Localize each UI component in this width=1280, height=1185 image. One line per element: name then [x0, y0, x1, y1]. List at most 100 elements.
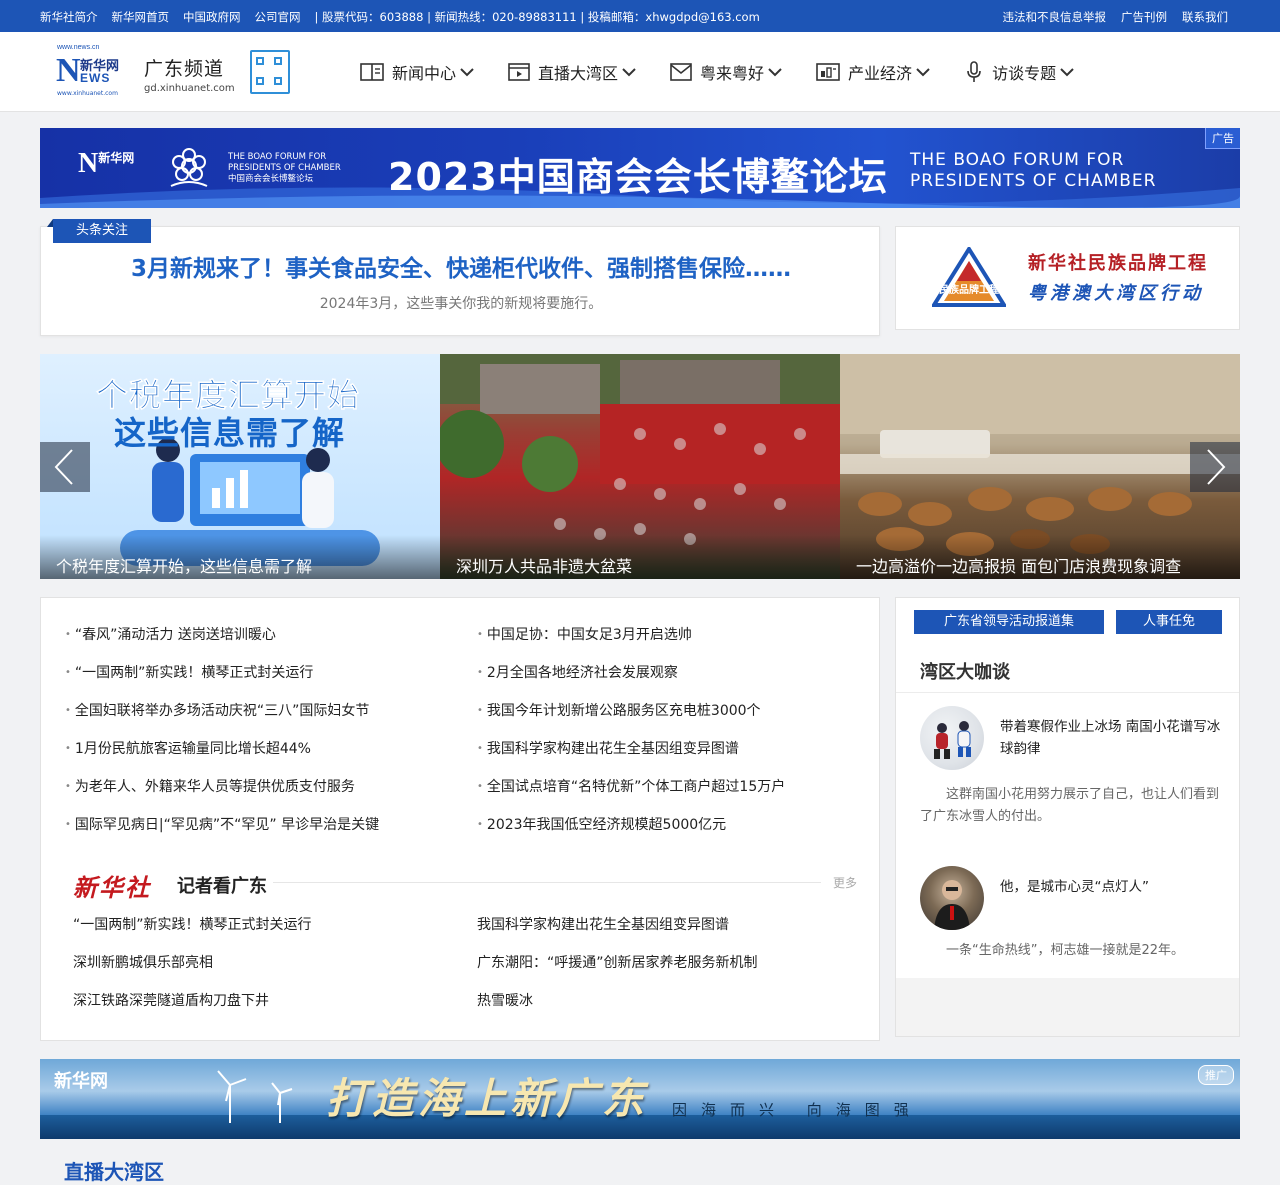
- chevron-down-icon: [622, 68, 636, 77]
- divider: [896, 692, 1239, 693]
- link-report[interactable]: 违法和不良信息举报: [1003, 9, 1107, 25]
- brand-line-2: 粤港澳大湾区行动: [1028, 283, 1204, 304]
- side-panel: 广东省领导活动报道集 人事任免 湾区大咖谈 带着寒假作业上冰场 南国小花谱写冰球…: [895, 597, 1240, 1037]
- chevron-down-icon: [460, 68, 474, 77]
- link-company[interactable]: 公司官网: [255, 9, 301, 25]
- brand-triangle-logo: 民族品牌工程: [932, 247, 1006, 307]
- slide-caption: 个税年度汇算开始，这些信息需了解: [40, 535, 440, 579]
- carousel-next-button[interactable]: [1190, 442, 1240, 492]
- link-ad-rates[interactable]: 广告刊例: [1121, 9, 1167, 25]
- nav-label: 粤来粤好: [700, 64, 765, 83]
- contact-info: | 股票代码：603888 | 新闻热线：020-89883111 | 投稿邮箱…: [314, 10, 760, 24]
- top-right-links: 违法和不良信息举报 广告刊例 联系我们: [1003, 9, 1229, 25]
- list-item[interactable]: 深圳新鹏城俱乐部亮相: [73, 952, 312, 990]
- list-item[interactable]: 1月份民航旅客运输量同比增长超44%: [65, 738, 379, 776]
- list-item[interactable]: “春风”涌动活力 送岗送培训暖心: [65, 624, 379, 662]
- list-item[interactable]: 我国科学家构建出花生全基因组变异图谱: [477, 914, 758, 952]
- nav-label: 直播大湾区: [538, 64, 619, 83]
- carousel-prev-button[interactable]: [40, 442, 90, 492]
- list-item[interactable]: 中国足协：中国女足3月开启选帅: [477, 624, 785, 662]
- carousel-slide[interactable]: 一边高溢价一边高报损 面包门店浪费现象调查: [840, 354, 1240, 579]
- interview-desc-2: 一条“生命热线”，柯志雄一接就是22年。: [946, 943, 1185, 958]
- list-item[interactable]: 我国今年计划新增公路服务区充电桩3000个: [477, 700, 785, 738]
- book-icon: [360, 63, 384, 81]
- nav-interview-topics[interactable]: 访谈专题: [964, 60, 1074, 84]
- site-header: www.news.cn N 新华网 EWS www.xinhuanet.com …: [0, 32, 1280, 112]
- banner-xinhua-logo: 新华网: [54, 1071, 108, 1091]
- list-item[interactable]: 为老年人、外籍来华人员等提供优质支付服务: [65, 776, 379, 814]
- chevron-left-icon: [54, 449, 73, 485]
- list-item[interactable]: 国际罕见病日|“罕见病”不“罕见” 早诊早治是关键: [65, 814, 379, 852]
- headline-box: 头条关注 3月新规来了！事关食品安全、快递柜代收件、强制搭售保险…… 2024年…: [40, 219, 881, 336]
- ad-badge: 广告: [1205, 128, 1240, 149]
- list-item[interactable]: 广东潮阳：“呼援通”创新居家养老服务新机制: [477, 952, 758, 990]
- link-xinhua-intro[interactable]: 新华社简介: [40, 9, 98, 25]
- link-contact[interactable]: 联系我们: [1182, 9, 1228, 25]
- carousel-slide[interactable]: 深圳万人共品非遗大盆菜: [440, 354, 840, 579]
- headline-title[interactable]: 3月新规来了！事关食品安全、快递柜代收件、强制搭售保险……: [41, 249, 881, 283]
- section-title-live-bay-area: 直播大湾区: [64, 1160, 164, 1184]
- channel-url: gd.xinhuanet.com: [144, 83, 235, 94]
- divider: [273, 882, 821, 883]
- news-list-panel: “春风”涌动活力 送岗送培训暖心 “一国两制”新实践！横琴正式封关运行 全国妇联…: [40, 597, 880, 1041]
- logo-bottom-text: www.xinhuanet.com: [57, 90, 118, 97]
- qr-code-icon[interactable]: [250, 50, 290, 94]
- banner-title: 2023中国商会会长博鳌论坛: [388, 155, 888, 199]
- chevron-down-icon: [916, 68, 930, 77]
- top-links: 新华社简介 新华网首页 中国政府网 公司官网 | 股票代码：603888 | 新…: [40, 9, 760, 25]
- link-gov[interactable]: 中国政府网: [183, 9, 241, 25]
- news-column-right: 中国足协：中国女足3月开启选帅 2月全国各地经济社会发展观察 我国今年计划新增公…: [477, 624, 785, 852]
- nav-industry-economy[interactable]: 产业经济: [816, 60, 930, 84]
- headline-subtitle: 2024年3月，这些事关你我的新规将要施行。: [319, 296, 603, 312]
- main-nav: 新闻中心 直播大湾区 粤来粤好 产业经济 访谈专题: [360, 60, 1108, 84]
- reporter-column-right: 我国科学家构建出花生全基因组变异图谱 广东潮阳：“呼援通”创新居家养老服务新机制…: [477, 914, 758, 1028]
- leaders-activity-button[interactable]: 广东省领导活动报道集: [914, 610, 1104, 634]
- more-link[interactable]: 更多: [833, 874, 857, 891]
- boao-forum-banner[interactable]: N新华网 THE BOAO FORUM FOR PRESIDENTS OF CH…: [40, 128, 1240, 208]
- interview-title-1[interactable]: 带着寒假作业上冰场 南国小花谱写冰球韵律: [1000, 716, 1225, 760]
- video-icon: [508, 63, 530, 81]
- channel-title: 广东频道: [144, 58, 225, 80]
- news-column-left: “春风”涌动活力 送岗送培训暖心 “一国两制”新实践！横琴正式封关运行 全国妇联…: [65, 624, 379, 852]
- list-item[interactable]: 全国试点培育“名特优新”个体工商户超过15万户: [477, 776, 785, 814]
- brand-line-1: 新华社民族品牌工程: [1028, 253, 1208, 274]
- banner-xinhua-logo: N新华网: [78, 148, 135, 179]
- nav-news-center[interactable]: 新闻中心: [360, 60, 474, 84]
- brand-project-ad[interactable]: 民族品牌工程 新华社民族品牌工程 粤港澳大湾区行动: [895, 226, 1240, 330]
- slide-caption: 一边高溢价一边高报损 面包门店浪费现象调查: [840, 535, 1240, 579]
- banner-subtitle: 因海而兴 向海图强: [672, 1101, 923, 1119]
- logo-en-text: EWS: [80, 71, 111, 85]
- side-section-title: 湾区大咖谈: [920, 662, 1010, 683]
- brand-logo-text: 民族品牌工程: [939, 283, 999, 296]
- banner-en-title: THE BOAO FORUM FOR PRESIDENTS OF CHAMBER: [910, 150, 1157, 191]
- carousel-slide[interactable]: 个税年度汇算开始 这些信息需了解 个税年度汇算开始，这些信息需了解: [40, 354, 440, 579]
- xinhua-logo[interactable]: www.news.cn N 新华网 EWS www.xinhuanet.com: [56, 44, 122, 98]
- nav-live-bay-area[interactable]: 直播大湾区: [508, 60, 636, 84]
- top-bar: 新华社简介 新华网首页 中国政府网 公司官网 | 股票代码：603888 | 新…: [0, 0, 1280, 32]
- link-xinhua-home[interactable]: 新华网首页: [112, 9, 170, 25]
- avatar[interactable]: [920, 706, 984, 770]
- nav-yue-lai-yue-hao[interactable]: 粤来粤好: [670, 60, 782, 84]
- microphone-icon: [967, 61, 981, 82]
- list-item[interactable]: 深江铁路深莞隧道盾构刀盘下井: [73, 990, 312, 1028]
- list-item[interactable]: “一国两制”新实践！横琴正式封关运行: [65, 662, 379, 700]
- personnel-button[interactable]: 人事任免: [1116, 610, 1222, 634]
- list-item[interactable]: 全国妇联将举办多场活动庆祝“三八”国际妇女节: [65, 700, 379, 738]
- list-item[interactable]: 热雪暖冰: [477, 990, 758, 1028]
- maritime-guangdong-banner[interactable]: 新华网 打造海上新广东 因海而兴 向海图强 推广: [40, 1059, 1240, 1139]
- list-item[interactable]: 我国科学家构建出花生全基因组变异图谱: [477, 738, 785, 776]
- list-item[interactable]: 2月全国各地经济社会发展观察: [477, 662, 785, 700]
- nav-label: 访谈专题: [992, 64, 1057, 83]
- logo-top-text: www.news.cn: [57, 44, 100, 51]
- list-item[interactable]: 2023年我国低空经济规模超5000亿元: [477, 814, 785, 852]
- banner-small-text: THE BOAO FORUM FOR PRESIDENTS OF CHAMBER…: [228, 152, 341, 184]
- list-item[interactable]: “一国两制”新实践！横琴正式封关运行: [73, 914, 312, 952]
- photo-carousel: 个税年度汇算开始 这些信息需了解 个税年度汇算开始，这些信息需了解 深圳万人共品…: [40, 354, 1240, 579]
- reporter-column-left: “一国两制”新实践！横琴正式封关运行 深圳新鹏城俱乐部亮相 深江铁路深莞隧道盾构…: [73, 914, 312, 1028]
- interview-title-2[interactable]: 他，是城市心灵“点灯人”: [1000, 876, 1225, 898]
- chart-icon: [816, 63, 840, 81]
- nav-label: 新闻中心: [392, 64, 457, 83]
- interview-desc-1: 这群南国小花用努力展示了自己，也让人们看到了广东冰雪人的付出。: [920, 787, 1220, 824]
- chevron-right-icon: [1207, 449, 1226, 485]
- avatar[interactable]: [920, 866, 984, 930]
